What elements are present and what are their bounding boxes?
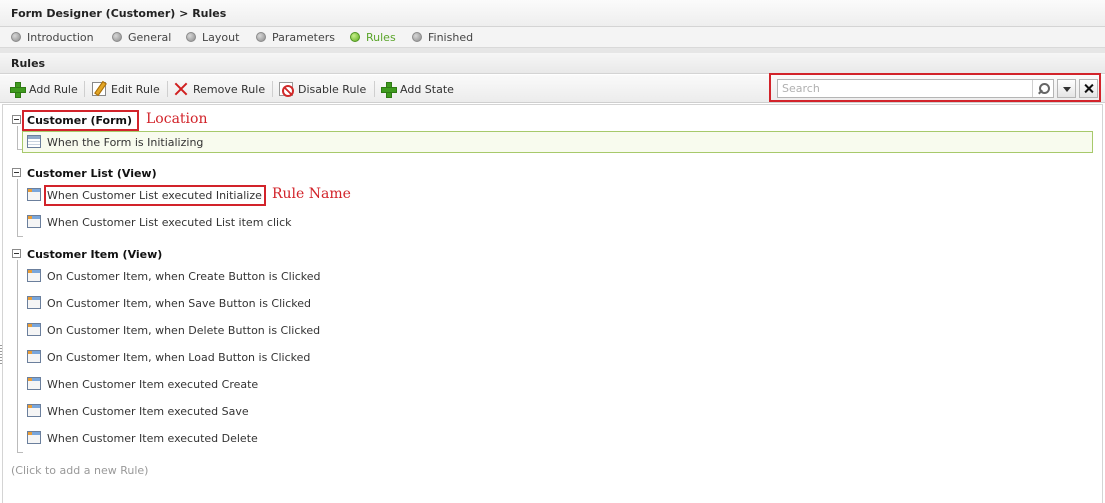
tree-line (17, 236, 23, 237)
rule-label: On Customer Item, when Delete Button is … (47, 324, 321, 337)
step-label: Layout (202, 30, 240, 44)
view-rule-icon (27, 188, 41, 201)
tree-line (17, 179, 18, 236)
rule-item[interactable]: On Customer Item, when Create Button is … (23, 265, 423, 287)
section-title: Rules (11, 57, 46, 70)
title-bar: Form Designer (Customer) > Rules (0, 0, 1105, 27)
add-rule-button[interactable]: Add Rule (10, 80, 78, 98)
location-annotation: Location (146, 111, 208, 127)
collapse-toggle-customer-form[interactable] (12, 115, 21, 124)
tree-line (17, 260, 18, 452)
rule-item[interactable]: When Customer Item executed Create (23, 373, 423, 395)
edit-icon (92, 82, 106, 96)
step-status-icon (11, 32, 21, 42)
step-active-icon (350, 32, 360, 42)
step-general[interactable]: General (112, 30, 171, 44)
step-status-icon (186, 32, 196, 42)
tree-line (17, 452, 23, 453)
rule-label: On Customer Item, when Save Button is Cl… (47, 297, 311, 310)
collapse-toggle-customer-list[interactable] (12, 168, 21, 177)
rule-label: When Customer Item executed Create (47, 378, 259, 391)
toolbar-separator (272, 81, 273, 97)
location-annotation-box (22, 110, 139, 131)
view-rule-icon (27, 431, 41, 444)
disable-rule-button[interactable]: Disable Rule (279, 80, 366, 98)
rule-name-annotation-box (44, 185, 266, 206)
wizard-steps: Introduction General Layout Parameters R… (0, 27, 1105, 48)
step-status-icon (412, 32, 422, 42)
view-rule-icon (27, 323, 41, 336)
add-state-label: Add State (400, 82, 454, 96)
disable-icon (279, 82, 294, 97)
breadcrumb-title: Form Designer (Customer) > Rules (11, 7, 227, 20)
section-header: Rules (0, 53, 1105, 74)
rule-item[interactable]: When Customer Item executed Delete (23, 427, 423, 449)
step-label: Parameters (272, 30, 335, 44)
rule-label: When Customer List executed List item cl… (47, 216, 292, 229)
rule-item[interactable]: On Customer Item, when Load Button is Cl… (23, 346, 423, 368)
search-input[interactable] (778, 80, 1031, 97)
edit-rule-label: Edit Rule (111, 82, 160, 96)
toolbar-separator (167, 81, 168, 97)
rule-label: When Customer Item executed Delete (47, 432, 258, 445)
remove-rule-label: Remove Rule (193, 82, 266, 96)
group-label-customer-list[interactable]: Customer List (View) (27, 167, 157, 180)
view-rule-icon (27, 296, 41, 309)
view-rule-icon (27, 269, 41, 282)
rule-item-form-initializing[interactable]: When the Form is Initializing (22, 131, 1093, 153)
step-status-icon (112, 32, 122, 42)
rule-label: On Customer Item, when Create Button is … (47, 270, 321, 283)
remove-icon (174, 82, 188, 96)
plus-icon (10, 82, 26, 98)
disable-rule-label: Disable Rule (298, 82, 367, 96)
step-parameters[interactable]: Parameters (256, 30, 335, 44)
step-layout[interactable]: Layout (186, 30, 239, 44)
toolbar-separator (374, 81, 375, 97)
step-finished[interactable]: Finished (412, 30, 473, 44)
step-label: Introduction (27, 30, 94, 44)
edit-rule-button[interactable]: Edit Rule (92, 80, 160, 98)
rule-label: On Customer Item, when Load Button is Cl… (47, 351, 311, 364)
step-label: Finished (428, 30, 474, 44)
group-label-customer-item[interactable]: Customer Item (View) (27, 248, 162, 261)
view-rule-icon (27, 215, 41, 228)
rule-item[interactable]: When Customer Item executed Save (23, 400, 423, 422)
plus-icon (381, 82, 397, 98)
search-icon[interactable] (1032, 80, 1054, 97)
rule-item[interactable]: On Customer Item, when Delete Button is … (23, 319, 423, 341)
splitter-grip[interactable] (0, 345, 2, 365)
tree-line (17, 126, 18, 149)
view-rule-icon (27, 404, 41, 417)
view-rule-icon (27, 377, 41, 390)
step-rules[interactable]: Rules (350, 30, 396, 44)
collapse-toggle-customer-item[interactable] (12, 249, 21, 258)
step-label: General (128, 30, 172, 44)
remove-rule-button[interactable]: Remove Rule (174, 80, 265, 98)
step-status-icon (256, 32, 266, 42)
rule-label: When Customer Item executed Save (47, 405, 249, 418)
view-rule-icon (27, 350, 41, 363)
add-new-rule-hint[interactable]: (Click to add a new Rule) (11, 464, 148, 477)
toolbar-separator (84, 81, 85, 97)
rule-name-annotation: Rule Name (272, 186, 351, 202)
add-state-button[interactable]: Add State (381, 80, 454, 98)
clear-search-button[interactable] (1079, 79, 1098, 98)
search-options-dropdown[interactable] (1057, 79, 1076, 98)
rule-item[interactable]: On Customer Item, when Save Button is Cl… (23, 292, 423, 314)
add-rule-label: Add Rule (29, 82, 78, 96)
step-label: Rules (366, 30, 396, 44)
form-rule-icon (27, 135, 41, 148)
rule-label: When the Form is Initializing (47, 136, 204, 149)
rule-item[interactable]: When Customer List executed List item cl… (23, 211, 423, 233)
search-box (777, 79, 1054, 98)
step-introduction[interactable]: Introduction (11, 30, 94, 44)
